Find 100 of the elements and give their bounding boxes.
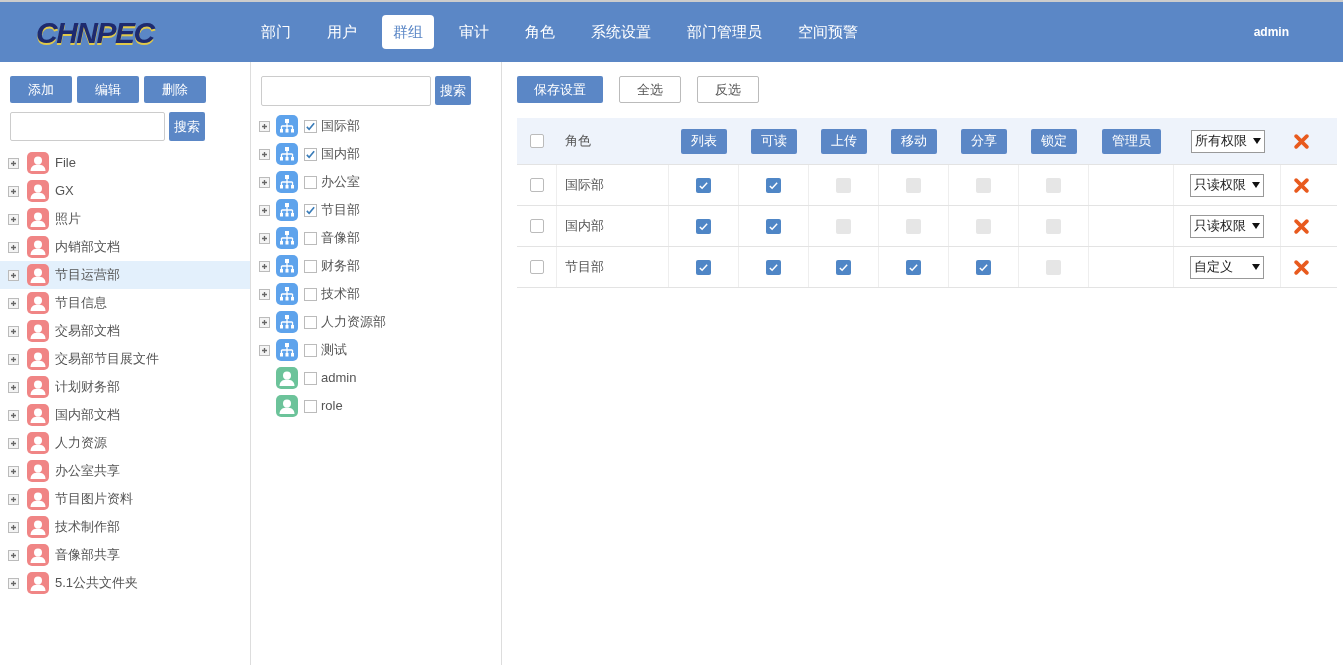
- expand-icon[interactable]: [259, 316, 270, 328]
- checkbox[interactable]: [304, 315, 317, 329]
- action-button[interactable]: 反选: [697, 76, 759, 103]
- folder-item[interactable]: 内销部文档: [0, 233, 250, 261]
- permission-column-button[interactable]: 移动: [891, 128, 937, 154]
- expand-icon[interactable]: [8, 409, 19, 421]
- checkbox[interactable]: [304, 147, 317, 161]
- folder-item[interactable]: File: [0, 149, 250, 177]
- row-checkbox[interactable]: [529, 260, 544, 274]
- permission-checkbox[interactable]: [1046, 218, 1061, 234]
- permission-column-button[interactable]: 上传: [821, 128, 867, 154]
- action-button[interactable]: 保存设置: [517, 76, 603, 103]
- delete-icon[interactable]: [1293, 259, 1309, 275]
- checkbox[interactable]: [304, 119, 317, 133]
- permission-checkbox[interactable]: [1046, 259, 1061, 275]
- tree-item-label[interactable]: 办公室: [321, 172, 360, 192]
- permission-checkbox[interactable]: [836, 259, 851, 275]
- action-button[interactable]: 删除: [144, 76, 206, 103]
- search-field[interactable]: [261, 76, 431, 106]
- tree-item-label[interactable]: admin: [321, 368, 357, 388]
- expand-icon[interactable]: [8, 297, 19, 309]
- checkbox[interactable]: [304, 175, 317, 189]
- permission-column-button[interactable]: 管理员: [1102, 128, 1161, 154]
- nav-tab[interactable]: 部门管理员: [676, 15, 773, 49]
- permission-dropdown[interactable]: 自定义: [1190, 255, 1264, 279]
- nav-tab[interactable]: 系统设置: [580, 15, 662, 49]
- expand-icon[interactable]: [8, 325, 19, 337]
- folder-item[interactable]: 节目运营部: [0, 261, 250, 289]
- permission-checkbox[interactable]: [906, 218, 921, 234]
- username[interactable]: admin: [1253, 23, 1289, 41]
- expand-icon[interactable]: [259, 204, 270, 216]
- expand-icon[interactable]: [8, 493, 19, 505]
- expand-icon[interactable]: [259, 120, 270, 132]
- permission-column-button[interactable]: 可读: [751, 128, 797, 154]
- permission-dropdown[interactable]: 所有权限: [1190, 129, 1265, 153]
- checkbox[interactable]: [304, 399, 317, 413]
- action-button[interactable]: 添加: [10, 76, 72, 103]
- checkbox[interactable]: [304, 287, 317, 301]
- permission-column-button[interactable]: 列表: [681, 128, 727, 154]
- checkbox[interactable]: [304, 371, 317, 385]
- folder-item[interactable]: 办公室共享: [0, 457, 250, 485]
- folder-item[interactable]: 国内部文档: [0, 401, 250, 429]
- search-field[interactable]: [10, 112, 165, 141]
- permission-dropdown[interactable]: 只读权限: [1190, 214, 1264, 238]
- checkbox[interactable]: [304, 203, 317, 217]
- checkbox[interactable]: [304, 259, 317, 273]
- expand-icon[interactable]: [259, 260, 270, 272]
- permission-checkbox[interactable]: [696, 177, 711, 193]
- permission-checkbox[interactable]: [696, 218, 711, 234]
- tree-item-label[interactable]: 财务部: [321, 256, 360, 276]
- search-button[interactable]: 搜索: [435, 76, 471, 105]
- folder-item[interactable]: 5.1公共文件夹: [0, 569, 250, 597]
- expand-icon[interactable]: [8, 241, 19, 253]
- folder-item[interactable]: 交易部文档: [0, 317, 250, 345]
- expand-icon[interactable]: [8, 381, 19, 393]
- delete-icon[interactable]: [1293, 177, 1309, 193]
- folder-item[interactable]: 节目图片资料: [0, 485, 250, 513]
- tree-item-label[interactable]: 音像部: [321, 228, 360, 248]
- permission-checkbox[interactable]: [1046, 177, 1061, 193]
- row-checkbox[interactable]: [529, 178, 544, 192]
- expand-icon[interactable]: [259, 344, 270, 356]
- nav-tab[interactable]: 空间预警: [787, 15, 869, 49]
- permission-checkbox[interactable]: [696, 259, 711, 275]
- permission-checkbox[interactable]: [836, 177, 851, 193]
- folder-item[interactable]: 计划财务部: [0, 373, 250, 401]
- folder-item[interactable]: 人力资源: [0, 429, 250, 457]
- action-button[interactable]: 编辑: [77, 76, 139, 103]
- tree-item-label[interactable]: 技术部: [321, 284, 360, 304]
- nav-tab[interactable]: 群组: [382, 15, 434, 49]
- tree-item-label[interactable]: 国内部: [321, 144, 360, 164]
- search-button[interactable]: 搜索: [169, 112, 205, 141]
- permission-column-button[interactable]: 分享: [961, 128, 1007, 154]
- expand-icon[interactable]: [8, 269, 19, 281]
- nav-tab[interactable]: 审计: [448, 15, 500, 49]
- expand-icon[interactable]: [8, 465, 19, 477]
- permission-dropdown[interactable]: 只读权限: [1190, 173, 1264, 197]
- checkbox[interactable]: [304, 343, 317, 357]
- tree-item-label[interactable]: 测试: [321, 340, 347, 360]
- expand-icon[interactable]: [8, 213, 19, 225]
- folder-item[interactable]: 节目信息: [0, 289, 250, 317]
- permission-column-button[interactable]: 锁定: [1031, 128, 1077, 154]
- action-button[interactable]: 全选: [619, 76, 681, 103]
- folder-item[interactable]: 照片: [0, 205, 250, 233]
- delete-icon[interactable]: [1293, 218, 1309, 234]
- folder-item[interactable]: GX: [0, 177, 250, 205]
- expand-icon[interactable]: [8, 353, 19, 365]
- expand-icon[interactable]: [259, 288, 270, 300]
- permission-checkbox[interactable]: [976, 259, 991, 275]
- tree-item-label[interactable]: 节目部: [321, 200, 360, 220]
- expand-icon[interactable]: [259, 232, 270, 244]
- row-checkbox[interactable]: [529, 219, 544, 233]
- tree-item-label[interactable]: 国际部: [321, 116, 360, 136]
- expand-icon[interactable]: [8, 549, 19, 561]
- row-checkbox[interactable]: [530, 134, 544, 148]
- folder-item[interactable]: 交易部节目展文件: [0, 345, 250, 373]
- expand-icon[interactable]: [8, 577, 19, 589]
- tree-item-label[interactable]: 人力资源部: [321, 312, 386, 332]
- checkbox[interactable]: [304, 231, 317, 245]
- delete-icon[interactable]: [1293, 133, 1309, 149]
- permission-checkbox[interactable]: [976, 177, 991, 193]
